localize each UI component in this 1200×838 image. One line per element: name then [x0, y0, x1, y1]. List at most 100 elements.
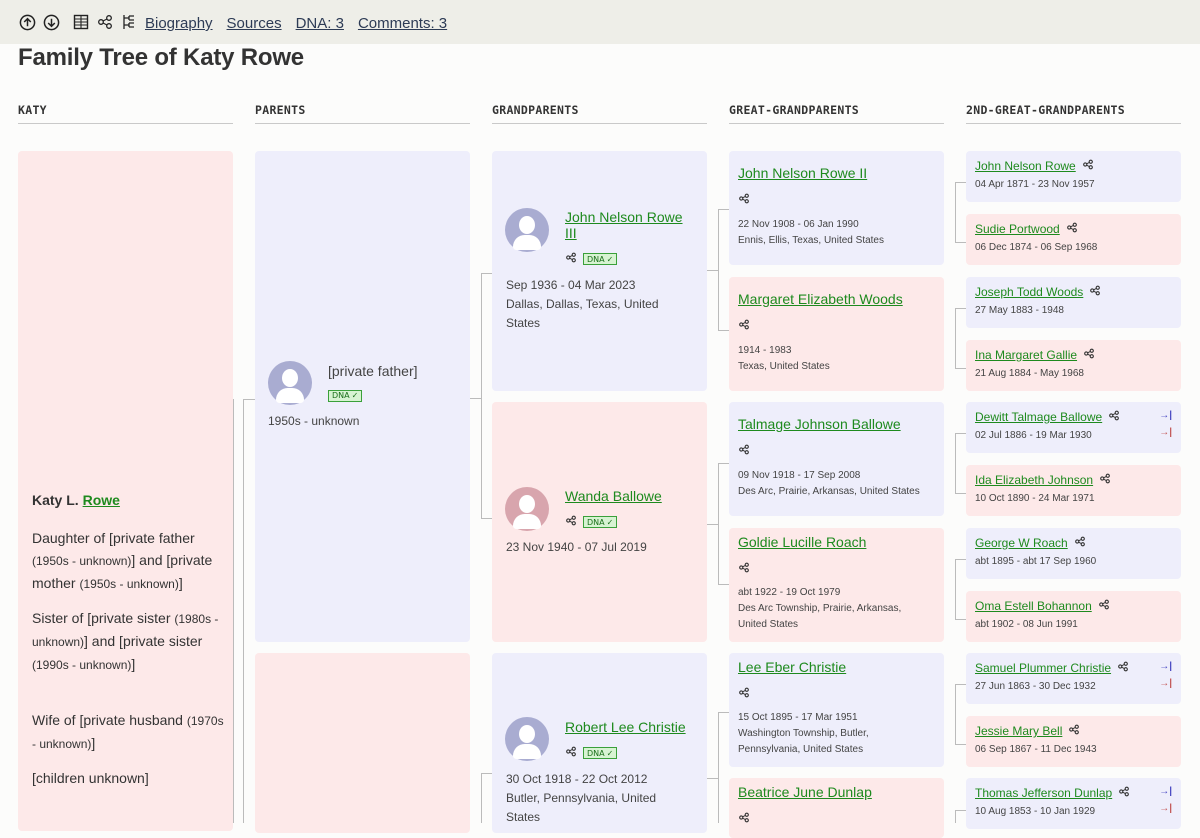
column-header-great-grandparents: GREAT-GRANDPARENTS — [729, 103, 944, 124]
person-card: Lee Eber Christie 15 Oct 1895 - 17 Mar 1… — [729, 653, 944, 767]
family-tree-icon[interactable] — [565, 744, 577, 762]
person-name-link[interactable]: Joseph Todd Woods — [975, 285, 1083, 299]
person-card: Ina Margaret Gallie 21 Aug 1884 - May 19… — [966, 340, 1181, 391]
person-name-link[interactable]: Sudie Portwood — [975, 222, 1060, 236]
page-title: Family Tree of Katy Rowe — [18, 44, 304, 71]
subject-spouse-text: Wife of [private husband (1970s - unknow… — [32, 709, 227, 755]
person-name-link[interactable]: Thomas Jefferson Dunlap — [975, 786, 1112, 800]
person-name-link[interactable]: Samuel Plummer Christie — [975, 661, 1111, 675]
tree-icon[interactable] — [96, 13, 114, 31]
person-dates: abt 1902 - 08 Jun 1991 — [975, 619, 1078, 630]
person-dates: 04 Apr 1871 - 23 Nov 1957 — [975, 179, 1095, 190]
person-name-link[interactable]: Goldie Lucille Roach — [738, 534, 866, 550]
pedigree-icon[interactable] — [120, 13, 138, 31]
person-name-row: Samuel Plummer Christie — [975, 661, 1129, 675]
person-card: George W Roach abt 1895 - abt 17 Sep 196… — [966, 528, 1181, 579]
person-name-link[interactable]: Lee Eber Christie — [738, 659, 846, 675]
person-name-link[interactable]: Jessie Mary Bell — [975, 724, 1062, 738]
person-card: Jessie Mary Bell 06 Sep 1867 - 11 Dec 19… — [966, 716, 1181, 767]
text-fragment: ] — [131, 656, 136, 672]
subject-surname-link[interactable]: Rowe — [83, 492, 120, 508]
person-name-link[interactable]: Wanda Ballowe — [565, 488, 662, 504]
family-tree-icon[interactable] — [738, 560, 750, 578]
expand-mother-arrow-icon[interactable]: →| — [1159, 427, 1172, 439]
person-name-row: Ida Elizabeth Johnson — [975, 473, 1111, 487]
avatar — [505, 487, 549, 531]
check-icon: ✓ — [606, 748, 614, 758]
person-card: Wanda Ballowe DNA ✓ 23 Nov 1940 - 07 Jul … — [492, 402, 707, 642]
person-name-link[interactable]: Oma Estell Bohannon — [975, 599, 1092, 613]
person-name-link[interactable]: John Nelson Rowe III — [565, 209, 695, 241]
dna-badge: DNA ✓ — [328, 387, 363, 405]
expand-mother-arrow-icon[interactable]: →| — [1159, 803, 1172, 815]
person-name-link[interactable]: Ida Elizabeth Johnson — [975, 473, 1093, 487]
person-badges: DNA ✓ — [565, 513, 618, 531]
expand-mother-arrow-icon[interactable]: →| — [1159, 678, 1172, 690]
connector-line — [718, 584, 729, 585]
person-dates: Sep 1936 - 04 Mar 2023 Dallas, Dallas, Te… — [506, 276, 686, 333]
person-name-row: Ina Margaret Gallie — [975, 348, 1095, 362]
place: Butler, Pennsylvania, United States — [506, 791, 657, 824]
family-tree-icon[interactable] — [1099, 473, 1111, 487]
family-tree-icon[interactable] — [565, 250, 577, 268]
family-tree-icon[interactable] — [738, 442, 750, 460]
person-name-link[interactable]: George W Roach — [975, 536, 1068, 550]
biography-link[interactable]: Biography — [145, 15, 213, 32]
date-range: abt 1922 - 19 Oct 1979 — [738, 587, 841, 598]
place: Ennis, Ellis, Texas, United States — [738, 235, 884, 246]
family-tree-icon[interactable] — [738, 810, 750, 828]
place: Dallas, Dallas, Texas, United States — [506, 297, 659, 330]
person-name-link[interactable]: Talmage Johnson Ballowe — [738, 416, 901, 432]
family-tree-icon[interactable] — [738, 685, 750, 703]
comments-link[interactable]: Comments: 3 — [358, 15, 447, 32]
dna-link[interactable]: DNA: 3 — [296, 15, 344, 32]
connector-line — [718, 463, 729, 464]
avatar — [505, 717, 549, 761]
expand-father-arrow-icon[interactable]: →| — [1159, 786, 1172, 798]
subject-parents-text: Daughter of [private father (1950s - unk… — [32, 527, 227, 595]
connector-line — [481, 773, 492, 774]
arrow-up-circle-icon[interactable] — [18, 13, 36, 31]
family-tree-icon[interactable] — [1083, 348, 1095, 362]
sources-link[interactable]: Sources — [227, 15, 282, 32]
connector-line — [955, 619, 966, 620]
connector-line — [481, 773, 482, 823]
dna-badge: DNA ✓ — [583, 516, 618, 528]
family-tree-icon[interactable] — [565, 513, 577, 531]
family-tree-icon[interactable] — [1118, 786, 1130, 800]
expand-father-arrow-icon[interactable]: →| — [1159, 410, 1172, 422]
family-tree-icon[interactable] — [1089, 285, 1101, 299]
family-tree-icon[interactable] — [1082, 159, 1094, 173]
family-tree-icon[interactable] — [1066, 222, 1078, 236]
family-tree-icon[interactable] — [738, 317, 750, 335]
family-tree-icon[interactable] — [1068, 724, 1080, 738]
grid-icon[interactable] — [72, 13, 90, 31]
person-card: Goldie Lucille Roach abt 1922 - 19 Oct 1… — [729, 528, 944, 642]
person-name-link[interactable]: Robert Lee Christie — [565, 719, 686, 735]
connector-line — [243, 399, 255, 400]
person-badges: DNA ✓ — [565, 744, 618, 762]
person-name-link[interactable]: John Nelson Rowe — [975, 159, 1076, 173]
family-tree-icon[interactable] — [1108, 410, 1120, 424]
connector-line — [243, 399, 244, 823]
family-tree-icon[interactable] — [1117, 661, 1129, 675]
expand-father-arrow-icon[interactable]: →| — [1159, 661, 1172, 673]
person-dates: 02 Jul 1886 - 19 Mar 1930 — [975, 430, 1092, 441]
person-name: [private father] — [328, 363, 418, 379]
person-name-link[interactable]: John Nelson Rowe II — [738, 165, 867, 181]
arrow-down-circle-icon[interactable] — [42, 13, 60, 31]
person-name-row: Jessie Mary Bell — [975, 724, 1080, 738]
subject-children-text: [children unknown] — [32, 770, 149, 786]
person-name-link[interactable]: Dewitt Talmage Ballowe — [975, 410, 1102, 424]
family-tree-icon[interactable] — [1098, 599, 1110, 613]
family-tree-icon[interactable] — [738, 191, 750, 209]
person-name-link[interactable]: Margaret Elizabeth Woods — [738, 291, 903, 307]
date-range: Sep 1936 - 04 Mar 2023 — [506, 278, 636, 292]
person-name-link[interactable]: Ina Margaret Gallie — [975, 348, 1077, 362]
family-tree-icon[interactable] — [1074, 536, 1086, 550]
date-range: 15 Oct 1895 - 17 Mar 1951 — [738, 712, 858, 723]
connector-line — [955, 559, 956, 619]
person-card: Oma Estell Bohannon abt 1902 - 08 Jun 19… — [966, 591, 1181, 642]
person-name-row: John Nelson Rowe — [975, 159, 1094, 173]
person-name-link[interactable]: Beatrice June Dunlap — [738, 784, 872, 800]
